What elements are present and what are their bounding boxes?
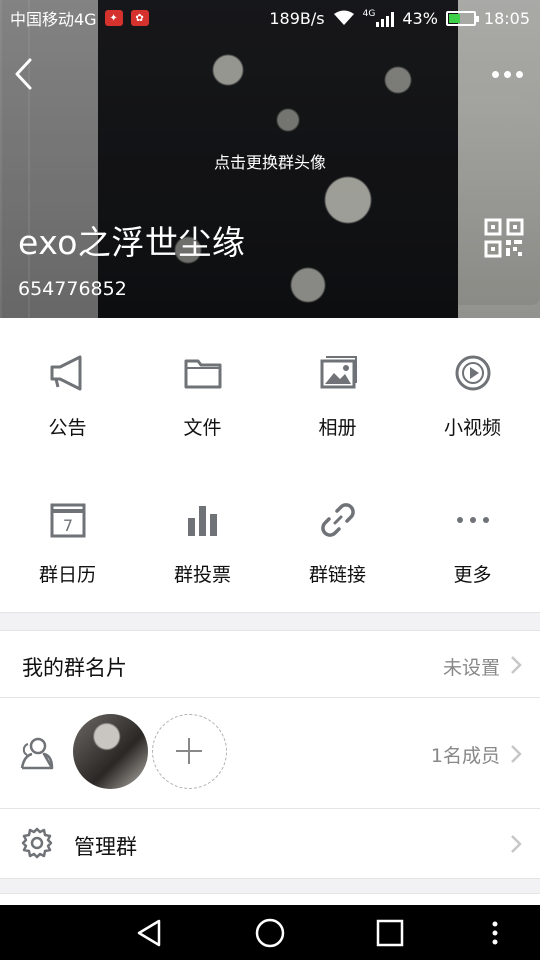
chevron-right-icon <box>511 656 522 674</box>
my-group-card-value: 未设置 <box>442 657 500 679</box>
poll-icon <box>187 506 217 536</box>
feature-short-video[interactable]: 小视频 <box>405 318 540 458</box>
clock: 18:05 <box>483 8 530 28</box>
home-nav-button[interactable] <box>255 918 285 948</box>
add-member-button[interactable] <box>152 714 227 789</box>
dot-icon <box>515 70 523 78</box>
carrier-text: 中国移动4G <box>10 10 97 29</box>
calendar-day: 7 <box>62 516 72 535</box>
more-options-button[interactable] <box>484 60 530 88</box>
notification-icon: ✿ <box>130 10 149 26</box>
battery-percent: 43% <box>402 8 438 28</box>
feature-label: 群投票 <box>173 564 231 586</box>
back-nav-button[interactable] <box>135 918 165 948</box>
feature-album[interactable]: 相册 <box>270 318 405 458</box>
calendar-icon: 7 <box>50 503 85 538</box>
group-id: 654776852 <box>18 278 127 300</box>
chevron-right-icon <box>511 745 522 763</box>
manage-group-row[interactable]: 管理群 <box>0 809 540 879</box>
system-navigation-bar <box>0 905 540 960</box>
member-count: 1名成员 <box>430 745 500 767</box>
network-speed: 189B/s <box>269 8 325 28</box>
feature-calendar[interactable]: 7 群日历 <box>0 465 135 605</box>
feature-announcement[interactable]: 公告 <box>0 318 135 458</box>
feature-label: 群日历 <box>38 564 96 586</box>
album-icon <box>320 356 357 389</box>
feature-label: 文件 <box>183 417 222 439</box>
status-bar: 中国移动4G ✦ ✿ 189B/s 4G 43% 18:05 <box>0 0 540 36</box>
my-group-card-row[interactable]: 我的群名片 未设置 <box>0 630 540 698</box>
group-name: exo之浮世尘缘 <box>18 223 246 262</box>
members-icon <box>20 737 54 770</box>
feature-poll[interactable]: 群投票 <box>135 465 270 605</box>
member-avatar[interactable] <box>73 714 148 789</box>
folder-icon <box>184 359 221 389</box>
gear-icon <box>21 827 53 859</box>
recents-nav-button[interactable] <box>375 918 405 948</box>
feature-group-link[interactable]: 群链接 <box>270 465 405 605</box>
dot-icon <box>503 70 511 78</box>
change-avatar-hint[interactable]: 点击更换群头像 <box>0 149 540 173</box>
link-icon <box>320 503 355 537</box>
chevron-right-icon <box>511 835 522 853</box>
dot-icon <box>491 70 499 78</box>
qr-code-button[interactable] <box>484 218 524 258</box>
next-row-partial <box>0 893 540 905</box>
feature-label: 小视频 <box>443 417 501 439</box>
back-button[interactable] <box>10 56 40 92</box>
menu-nav-button[interactable] <box>480 918 510 948</box>
members-row[interactable]: 1名成员 <box>0 698 540 809</box>
battery-icon <box>445 10 479 26</box>
feature-label: 群链接 <box>308 564 366 586</box>
notification-icon: ✦ <box>104 10 123 26</box>
wifi-icon <box>333 10 354 25</box>
feature-more[interactable]: 更多 <box>405 465 540 605</box>
more-icon <box>456 517 489 523</box>
manage-group-title: 管理群 <box>74 835 137 859</box>
network-type: 4G <box>362 9 376 19</box>
video-icon <box>455 355 490 391</box>
feature-label: 公告 <box>48 417 87 439</box>
megaphone-icon <box>50 355 81 391</box>
plus-icon <box>176 738 202 764</box>
feature-grid: 公告 文件 相册 小视频 7 群日历 群投票 群链接 更多 <box>0 318 540 613</box>
feature-label: 更多 <box>453 564 492 586</box>
feature-label: 相册 <box>318 417 357 439</box>
signal-icon <box>376 11 395 27</box>
my-group-card-title: 我的群名片 <box>22 656 127 680</box>
group-cover-photo[interactable]: 中国移动4G ✦ ✿ 189B/s 4G 43% 18:05 点击更换群头像 e… <box>0 0 540 318</box>
feature-files[interactable]: 文件 <box>135 318 270 458</box>
